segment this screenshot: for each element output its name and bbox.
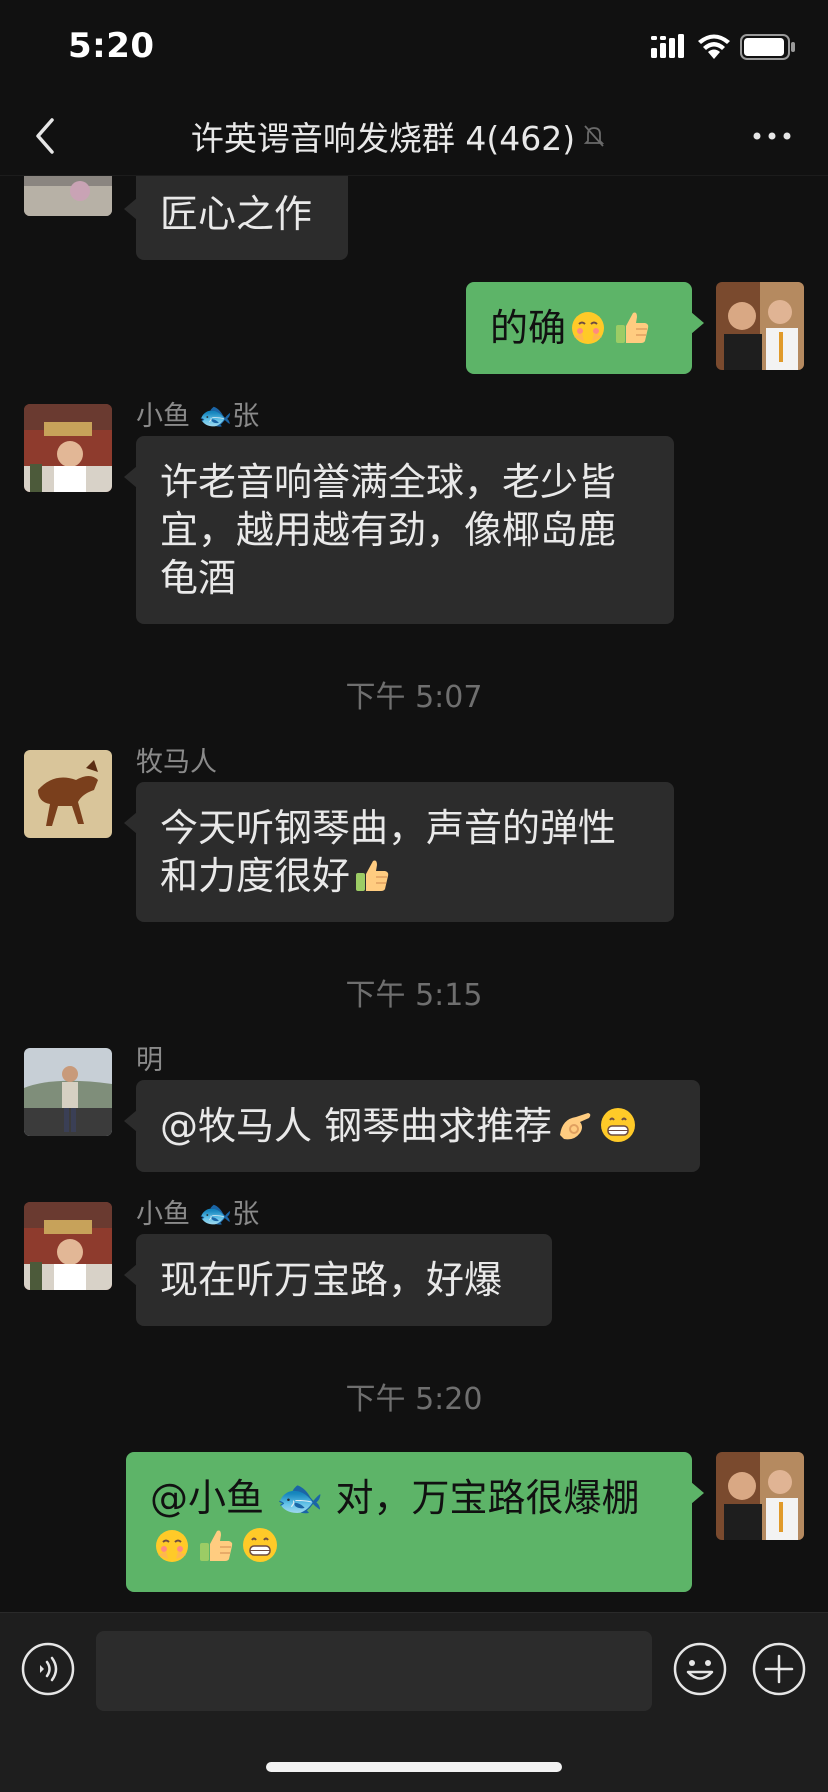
navigation-bar: 许英谔音响发烧群 4(462): [0, 96, 828, 176]
message-bubble[interactable]: @牧马人 钢琴曲求推荐: [124, 1080, 700, 1172]
avatar[interactable]: [24, 404, 112, 492]
voice-icon[interactable]: [20, 1641, 76, 1697]
ok-hand-emoji-icon: [554, 1105, 594, 1145]
timestamp: 下午 5:15: [345, 978, 483, 1013]
message-text: 匠心之作: [160, 192, 313, 236]
avatar[interactable]: [24, 1202, 112, 1290]
thumbs-up-emoji-icon: [196, 1525, 236, 1565]
message-text: @小鱼 🐟 对，万宝路很爆棚: [150, 1476, 640, 1520]
bell-slash-icon: [583, 125, 605, 147]
cellular-signal-icon: [651, 34, 684, 58]
sender-name: 小鱼 🐟张: [136, 401, 260, 432]
timestamp: 下午 5:07: [345, 680, 483, 715]
message-bubble[interactable]: 许老音响誉满全球，老少皆宜，越用越有劲，像椰岛鹿龟酒: [124, 436, 674, 624]
message-text: 现在听万宝路，好爆: [160, 1258, 503, 1302]
timestamp: 下午 5:20: [345, 1382, 483, 1417]
thumbs-up-emoji-icon: [612, 307, 652, 347]
wifi-icon: [698, 34, 730, 59]
avatar[interactable]: [24, 176, 112, 216]
message-bubble[interactable]: @小鱼 🐟 对，万宝路很爆棚: [126, 1452, 704, 1592]
message-bubble[interactable]: 的确: [466, 282, 704, 374]
message-text: @牧马人 钢琴曲求推荐: [160, 1104, 553, 1148]
plus-icon[interactable]: [751, 1641, 807, 1697]
avatar[interactable]: [716, 1452, 804, 1540]
wechat-group-chat-screen: 5:20 许英谔音响发烧群 4(462) 匠心之作 的确 小鱼 🐟张 许老音响誉…: [0, 0, 828, 1792]
status-bar: 5:20: [0, 0, 828, 96]
thumbs-up-emoji-icon: [352, 855, 392, 895]
message-input[interactable]: [96, 1631, 652, 1711]
chat-title: 许英谔音响发烧群 4(462): [190, 119, 576, 158]
ellipsis-icon[interactable]: [750, 118, 794, 154]
message-text: 的确: [490, 306, 567, 350]
sender-name: 小鱼 🐟张: [136, 1199, 260, 1230]
chat-title-wrapper: 许英谔音响发烧群 4(462): [0, 112, 828, 160]
message-text: 许老音响誉满全球，老少皆宜，越用越有劲，像椰岛鹿龟酒: [160, 460, 617, 600]
message-list[interactable]: 匠心之作 的确 小鱼 🐟张 许老音响誉满全球，老少皆宜，越用越有劲，像椰岛鹿龟酒…: [0, 176, 828, 1612]
avatar[interactable]: [716, 282, 804, 370]
battery-icon: [740, 34, 795, 60]
avatar[interactable]: [24, 1048, 112, 1136]
sender-name: 牧马人: [136, 747, 217, 778]
avatar[interactable]: [24, 750, 112, 838]
message-bubble[interactable]: 现在听万宝路，好爆: [124, 1234, 552, 1326]
smiley-icon[interactable]: [672, 1641, 728, 1697]
grinning-face-emoji-icon: [598, 1105, 638, 1145]
shy-face-emoji-icon: [152, 1525, 192, 1565]
sender-name: 明: [136, 1045, 163, 1076]
message-bubble[interactable]: 今天听钢琴曲，声音的弹性和力度很好: [124, 782, 674, 922]
status-time: 5:20: [68, 26, 155, 66]
home-indicator[interactable]: [266, 1762, 562, 1772]
message-bubble[interactable]: 匠心之作: [124, 176, 348, 260]
shy-face-emoji-icon: [568, 307, 608, 347]
grinning-face-emoji-icon: [240, 1525, 280, 1565]
